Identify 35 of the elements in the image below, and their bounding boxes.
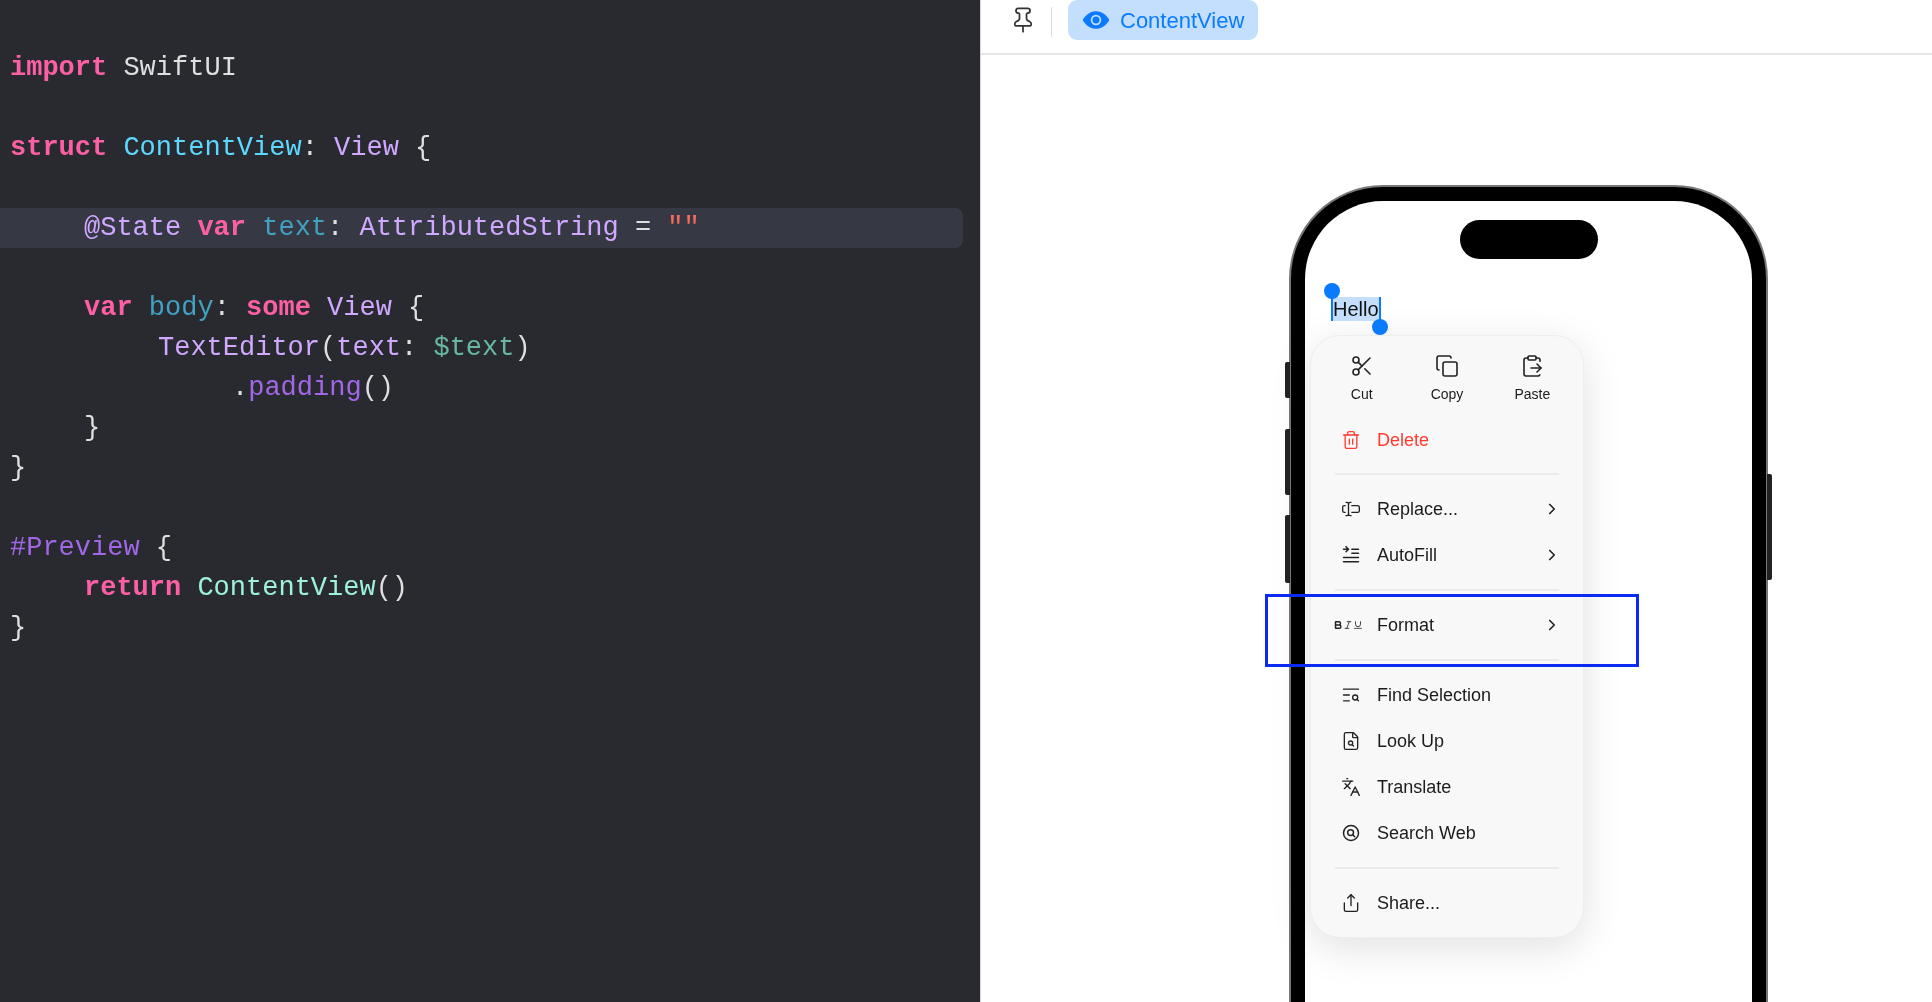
code-line: .padding() (231, 372, 396, 405)
search-icon (1341, 823, 1361, 843)
text-editor[interactable]: Hello (1331, 297, 1381, 321)
menu-item[interactable]: Look Up (1311, 718, 1583, 764)
code-line: } (83, 412, 102, 445)
menu-item[interactable]: Replace... (1311, 486, 1583, 532)
document-search-icon (1341, 731, 1361, 751)
bold-italic-underline-icon (1333, 618, 1363, 632)
code-line: struct ContentView: View { (9, 132, 433, 165)
selection-handle[interactable] (1324, 283, 1340, 299)
menu-item[interactable]: Search Web (1311, 810, 1583, 856)
menu-item[interactable]: Find Selection (1311, 672, 1583, 718)
share-icon (1341, 893, 1361, 913)
code-line: #Preview { (9, 532, 174, 565)
menu-item[interactable]: AutoFill (1311, 532, 1583, 578)
list-arrow-icon (1341, 545, 1361, 565)
text-cursor-icon (1341, 499, 1361, 519)
code-line: } (9, 612, 28, 645)
clipboard-icon (1520, 354, 1545, 378)
edit-action-button[interactable]: Copy (1404, 352, 1490, 407)
copy-icon (1435, 354, 1459, 378)
code-line: TextEditor(text: $text) (157, 332, 532, 365)
selection-handle[interactable] (1371, 319, 1388, 335)
code-line: return ContentView() (83, 572, 410, 605)
translate-icon (1341, 777, 1361, 797)
menu-item[interactable]: Format (1311, 602, 1583, 648)
menu-item[interactable]: Translate (1311, 764, 1583, 810)
code-line: } (9, 452, 28, 485)
edit-action-button[interactable]: Cut (1319, 352, 1405, 407)
code-line: import SwiftUI (9, 52, 238, 85)
edit-action-button[interactable]: Paste (1489, 352, 1575, 407)
trash-icon (1341, 430, 1361, 450)
menu-item[interactable]: Share... (1311, 880, 1583, 926)
code-line: var body: some View { (83, 292, 426, 325)
scissors-icon (1349, 354, 1374, 378)
